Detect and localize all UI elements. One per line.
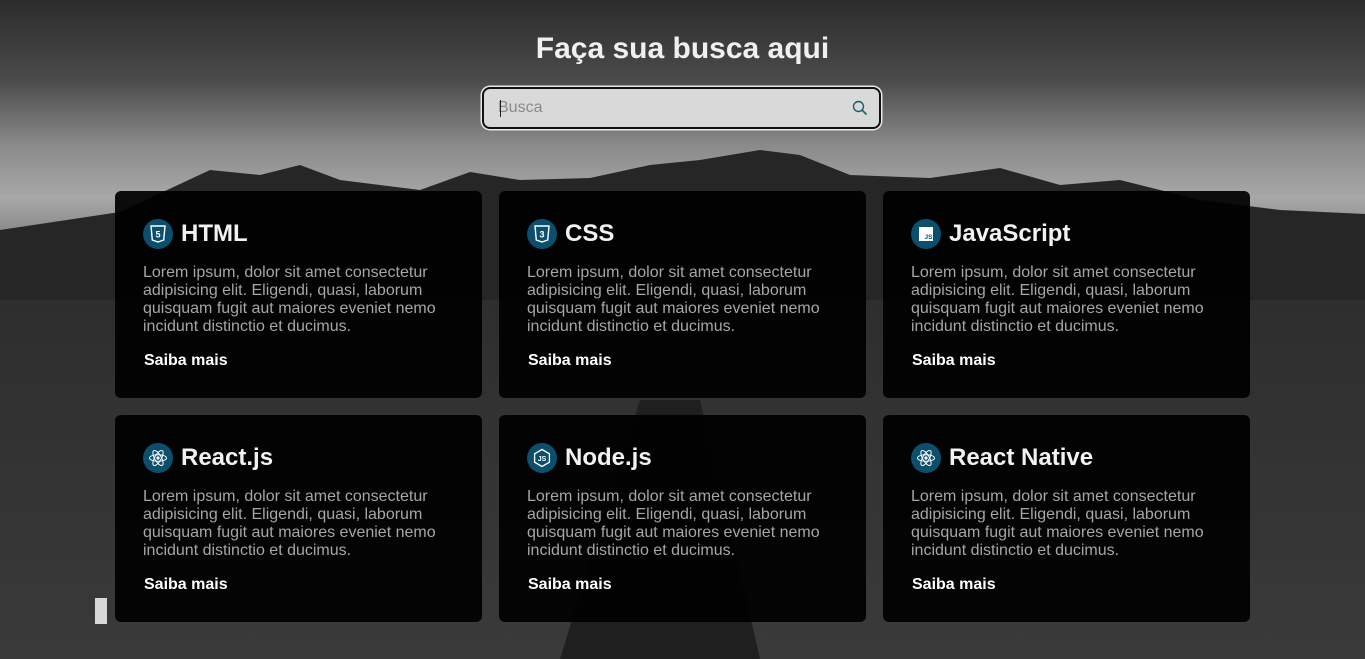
search-input[interactable] [498,89,838,127]
card-css: 3 CSS Lorem ipsum, dolor sit amet consec… [499,191,866,398]
card-description: Lorem ipsum, dolor sit amet consectetur … [527,488,820,559]
card-javascript: JS JavaScript Lorem ipsum, dolor sit ame… [883,191,1250,398]
javascript-icon: JS [911,219,941,249]
saiba-mais-link[interactable]: Saiba mais [528,352,612,370]
saiba-mais-link[interactable]: Saiba mais [528,576,612,594]
search-bar [482,87,881,129]
search-icon[interactable] [851,99,869,117]
card-title: HTML [181,220,248,247]
card-reactjs: React.js Lorem ipsum, dolor sit amet con… [115,415,482,622]
html5-icon: 5 [143,219,173,249]
react-native-icon [911,443,941,473]
card-title: JavaScript [949,220,1071,247]
card-title: React.js [181,444,274,471]
text-caret [500,100,501,117]
card-description: Lorem ipsum, dolor sit amet consectetur … [911,488,1204,559]
card-description: Lorem ipsum, dolor sit amet consectetur … [911,264,1204,335]
svg-text:JS: JS [925,234,934,241]
svg-text:3: 3 [539,230,544,240]
svg-text:5: 5 [155,230,160,240]
card-title: React Native [949,444,1094,471]
card-description: Lorem ipsum, dolor sit amet consectetur … [527,264,820,335]
css3-icon: 3 [527,219,557,249]
card-description: Lorem ipsum, dolor sit amet consectetur … [143,264,436,335]
saiba-mais-link[interactable]: Saiba mais [912,576,996,594]
svg-text:JS: JS [538,456,547,463]
saiba-mais-link[interactable]: Saiba mais [144,576,228,594]
card-react-native: React Native Lorem ipsum, dolor sit amet… [883,415,1250,622]
react-icon [143,443,173,473]
saiba-mais-link[interactable]: Saiba mais [144,352,228,370]
card-nodejs: JS Node.js Lorem ipsum, dolor sit amet c… [499,415,866,622]
card-title: CSS [565,220,615,247]
card-html: 5 HTML Lorem ipsum, dolor sit amet conse… [115,191,482,398]
card-description: Lorem ipsum, dolor sit amet consectetur … [143,488,436,559]
nodejs-icon: JS [527,443,557,473]
page-title: Faça sua busca aqui [535,32,830,65]
saiba-mais-link[interactable]: Saiba mais [912,352,996,370]
card-title: Node.js [565,444,652,471]
